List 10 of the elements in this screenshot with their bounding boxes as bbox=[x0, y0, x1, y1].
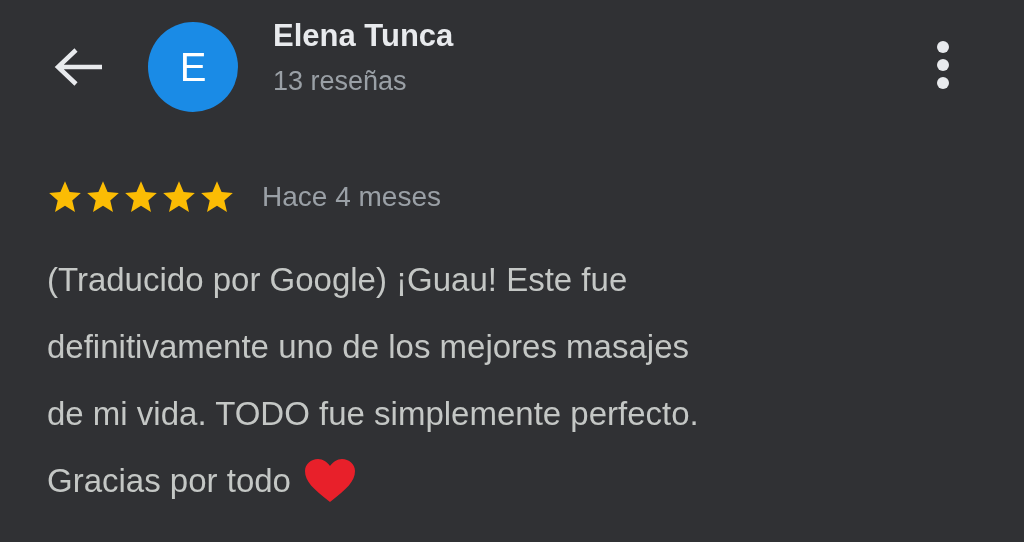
review-text-line: (Traducido por Google) ¡Guau! Este fue bbox=[47, 260, 628, 300]
review-text-line: de mi vida. TODO fue simplemente perfecto. bbox=[47, 394, 699, 434]
review-text-line: definitivamente uno de los mejores masajes bbox=[47, 327, 689, 367]
heart-icon bbox=[302, 457, 357, 504]
review-date: Hace 4 meses bbox=[262, 181, 441, 213]
review-count: 13 reseñas bbox=[273, 65, 408, 97]
reviewer-name: Elena Tunca bbox=[273, 17, 455, 54]
more-options-icon[interactable] bbox=[936, 40, 950, 90]
avatar[interactable]: E bbox=[148, 22, 238, 112]
review-text-line: Gracias por todo bbox=[47, 461, 291, 501]
